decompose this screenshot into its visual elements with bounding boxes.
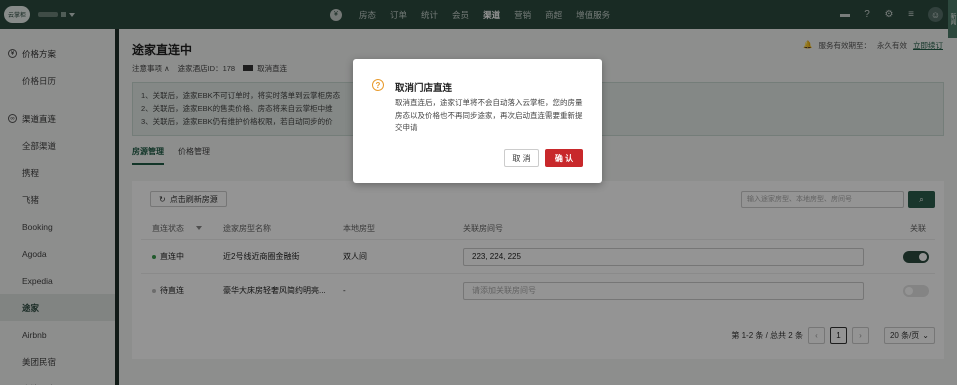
dialog-body: 取消直连后，途家订单将不会自动落入云掌柜，您的房量房态以及价格也不再同步途家，再…: [395, 98, 583, 132]
modal-overlay[interactable]: [0, 0, 957, 385]
warning-icon: ?: [372, 79, 384, 91]
dialog-title: 取消门店直连: [395, 83, 453, 94]
confirm-button[interactable]: 确 认: [545, 149, 583, 167]
cancel-button[interactable]: 取 消: [504, 149, 539, 167]
confirm-dialog: ? 取消门店直连 取消直连后，途家订单将不会自动落入云掌柜，您的房量房态以及价格…: [353, 59, 602, 183]
